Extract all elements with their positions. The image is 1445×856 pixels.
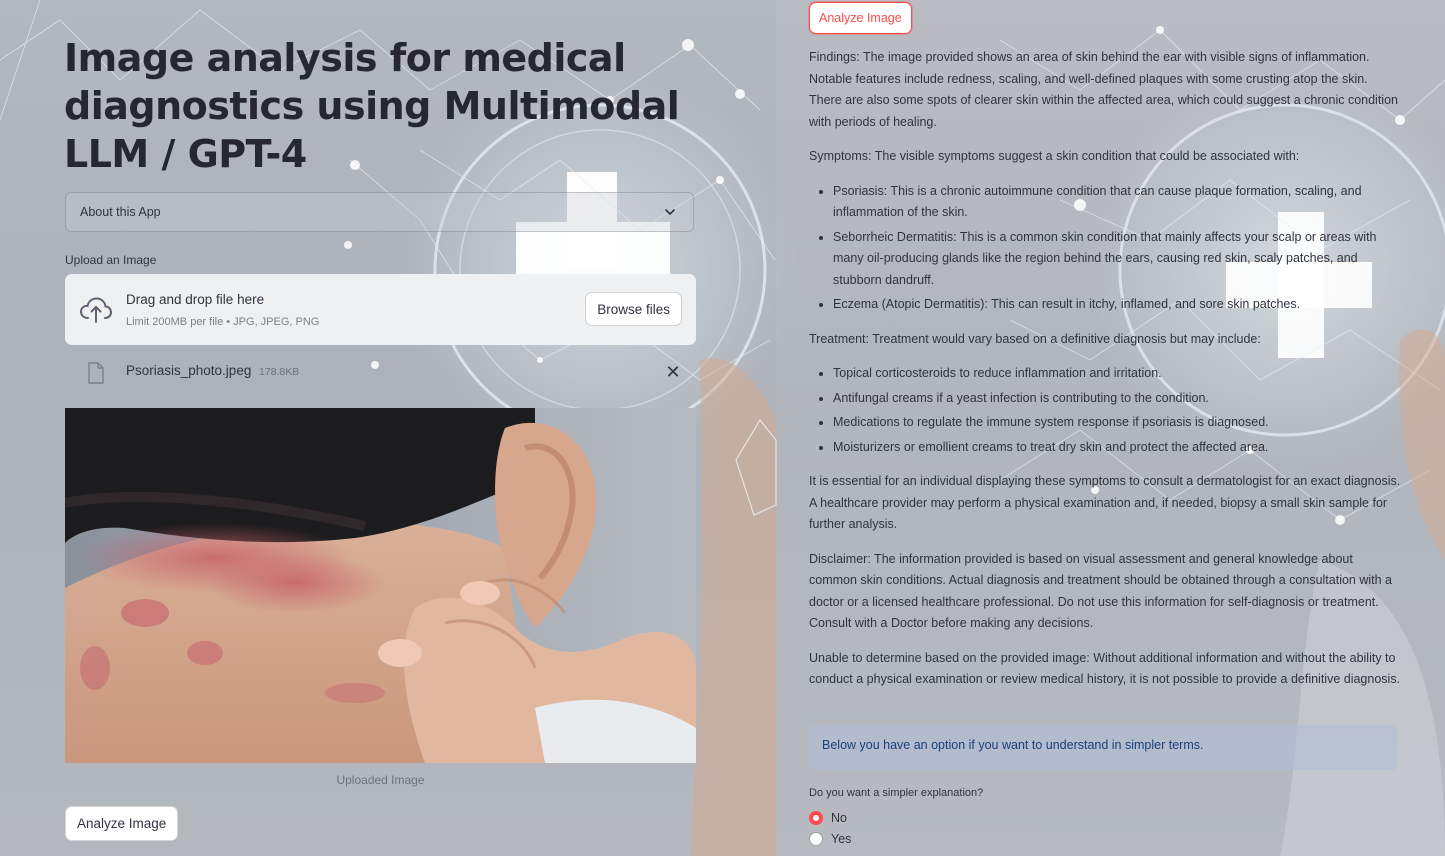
upload-label: Upload an Image: [65, 253, 157, 267]
symptoms-list: Psoriasis: This is a chronic autoimmune …: [809, 181, 1403, 316]
list-item: Eczema (Atopic Dermatitis): This can res…: [833, 294, 1403, 316]
list-item: Medications to regulate the immune syste…: [833, 412, 1403, 434]
cloud-upload-icon: [79, 297, 113, 323]
radio-label-yes: Yes: [831, 832, 852, 846]
chevron-down-icon: [665, 209, 675, 215]
page-title: Image analysis for medical diagnostics u…: [64, 36, 680, 176]
analyze-image-button[interactable]: Analyze Image: [65, 806, 179, 841]
browse-files-button[interactable]: Browse files: [585, 292, 682, 326]
analyze-image-button-active[interactable]: Analyze Image: [809, 2, 912, 34]
consult-text: It is essential for an individual displa…: [809, 474, 1401, 531]
radio-label-no: No: [831, 811, 847, 825]
disclaimer-text: Disclaimer: The information provided is …: [809, 551, 1393, 631]
list-item: Psoriasis: This is a chronic autoimmune …: [833, 181, 1403, 224]
expander-label: About this App: [80, 205, 161, 219]
list-item: Topical corticosteroids to reduce inflam…: [833, 363, 1403, 385]
dropzone-title: Drag and drop file here: [126, 292, 265, 307]
dropzone-limit-text: Limit 200MB per file • JPG, JPEG, PNG: [126, 316, 320, 328]
psoriasis-neck-photo: [65, 408, 696, 763]
remove-file-icon[interactable]: ✕: [664, 363, 682, 381]
list-item: Moisturizers or emollient creams to trea…: [833, 437, 1403, 459]
uploaded-file-row: Psoriasis_photo.jpeg 178.8KB ✕: [65, 358, 696, 386]
uploaded-file-name: Psoriasis_photo.jpeg: [126, 363, 252, 378]
symptoms-intro: Symptoms: The visible symptoms suggest a…: [809, 149, 1300, 163]
file-dropzone[interactable]: Drag and drop file here Limit 200MB per …: [65, 274, 696, 345]
findings-text: Findings: The image provided shows an ar…: [809, 50, 1398, 129]
treatment-list: Topical corticosteroids to reduce inflam…: [809, 363, 1403, 458]
list-item: Seborrheic Dermatitis: This is a common …: [833, 227, 1403, 292]
radio-option-yes[interactable]: Yes: [809, 832, 851, 846]
radio-selected-icon[interactable]: [809, 811, 823, 825]
uploaded-image: [65, 408, 696, 763]
radio-option-no[interactable]: No: [809, 811, 847, 825]
uploaded-file-size: 178.8KB: [259, 366, 300, 378]
simpler-explanation-question: Do you want a simpler explanation?: [809, 787, 984, 799]
about-app-expander[interactable]: About this App: [65, 192, 694, 232]
image-caption: Uploaded Image: [336, 773, 425, 787]
radio-unselected-icon[interactable]: [809, 832, 823, 846]
analysis-result: Findings: The image provided shows an ar…: [809, 47, 1403, 704]
unable-text: Unable to determine based on the provide…: [809, 650, 1401, 687]
file-icon: [88, 362, 104, 384]
info-alert: Below you have an option if you want to …: [809, 725, 1397, 770]
list-item: Antifungal creams if a yeast infection i…: [833, 388, 1403, 410]
treatment-intro: Treatment: Treatment would vary based on…: [809, 331, 1261, 346]
